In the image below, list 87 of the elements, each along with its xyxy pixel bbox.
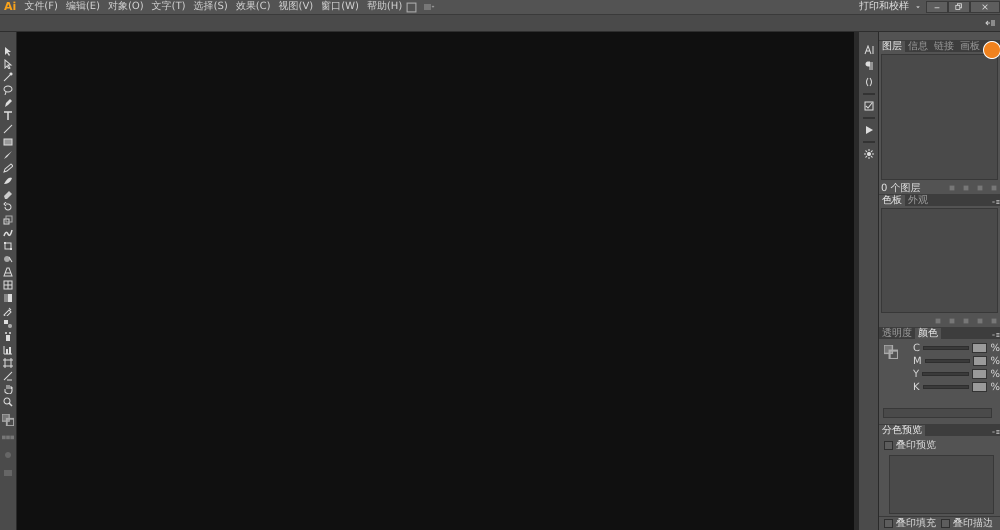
checked-box-icon[interactable]: [864, 101, 874, 111]
panel-tab[interactable]: 色板: [879, 195, 905, 206]
slider-track[interactable]: [922, 346, 970, 350]
direct-selection-tool-icon[interactable]: [3, 58, 13, 68]
panel-menu-icon[interactable]: [991, 428, 1000, 436]
panel-tab[interactable]: 图层: [879, 41, 905, 52]
gradient-tool-icon[interactable]: [3, 292, 13, 302]
checkbox[interactable]: [884, 519, 893, 528]
eraser-icon[interactable]: [3, 188, 13, 198]
slice-tool-icon[interactable]: [3, 370, 13, 380]
layer-count: 0 个图层: [881, 182, 921, 194]
line-tool-icon[interactable]: [3, 124, 13, 134]
close-button[interactable]: [970, 1, 1000, 13]
scale-icon[interactable]: [3, 214, 13, 224]
panel-tab[interactable]: 透明度: [879, 328, 915, 339]
mesh-tool-icon[interactable]: [3, 280, 13, 290]
panel-tab[interactable]: 信息: [905, 41, 931, 52]
zoom-icon[interactable]: [3, 396, 13, 406]
channel-label: Y: [913, 368, 920, 382]
paragraph-icon[interactable]: [864, 61, 874, 71]
restore-button[interactable]: [948, 1, 970, 13]
caret-icon[interactable]: [915, 4, 921, 10]
perspective-grid-icon[interactable]: [3, 266, 13, 276]
eyedropper-icon[interactable]: [3, 306, 13, 316]
panel-menu-icon[interactable]: [985, 18, 995, 28]
rectangle-tool-icon[interactable]: [3, 136, 13, 146]
panel-tab[interactable]: 外观: [905, 195, 931, 206]
menu-item[interactable]: 文字(T): [148, 0, 190, 14]
blob-brush-icon[interactable]: [3, 176, 13, 186]
menu-item[interactable]: 编辑(E): [62, 0, 104, 14]
notification-badge: [983, 41, 1000, 59]
checkbox-label: 叠印描边: [953, 516, 993, 530]
selection-tool-icon[interactable]: [3, 46, 13, 56]
paintbrush-icon[interactable]: [3, 150, 13, 160]
panel-tab[interactable]: 链接: [931, 41, 957, 52]
slider-track[interactable]: [922, 385, 970, 389]
menu-item[interactable]: 选择(S): [190, 0, 232, 14]
pen-tool-icon[interactable]: [3, 98, 13, 108]
unit-label: %: [990, 354, 1000, 368]
slider-track[interactable]: [922, 372, 970, 376]
artboard-tool-icon[interactable]: [3, 358, 13, 368]
color-spectrum[interactable]: [883, 408, 992, 418]
panel-tab[interactable]: 分色预览: [879, 424, 925, 436]
unit-label: %: [990, 380, 1000, 394]
fill-stroke-icon[interactable]: [2, 414, 14, 426]
unit-label: %: [990, 368, 1000, 382]
checkbox-label: 叠印预览: [896, 438, 936, 453]
restore-icon: [955, 3, 963, 11]
channel-label: M: [913, 354, 922, 368]
value-field[interactable]: [972, 356, 988, 366]
close-icon: [981, 3, 989, 11]
sun-icon[interactable]: [864, 149, 874, 159]
checkbox[interactable]: [941, 519, 950, 528]
panel-menu-icon[interactable]: [991, 331, 1000, 339]
panel-menu-icon[interactable]: [991, 198, 1000, 206]
workspace-switcher[interactable]: 打印和校样: [853, 0, 915, 14]
graph-tool-icon[interactable]: [3, 344, 13, 354]
channel-label: K: [913, 380, 920, 394]
rotate-icon[interactable]: [3, 202, 13, 212]
menu-item[interactable]: 对象(O): [104, 0, 148, 14]
lasso-icon[interactable]: [3, 84, 13, 94]
menu-item[interactable]: 文件(F): [20, 0, 62, 14]
panel-tab[interactable]: 颜色: [915, 328, 941, 339]
app-logo: Ai: [3, 0, 18, 14]
type-tool-icon[interactable]: [3, 110, 13, 120]
menu-item[interactable]: 效果(C): [232, 0, 275, 14]
slider-track[interactable]: [924, 359, 970, 363]
fill-stroke-icon[interactable]: [884, 345, 898, 359]
checkbox[interactable]: [884, 441, 893, 450]
checkbox-label: 叠印填充: [896, 516, 936, 530]
channel-label: C: [913, 342, 920, 356]
value-field[interactable]: [972, 382, 988, 392]
magic-wand-icon[interactable]: [3, 72, 13, 82]
blend-tool-icon[interactable]: [3, 318, 13, 328]
menu-item[interactable]: 帮助(H): [362, 0, 406, 14]
free-transform-icon[interactable]: [3, 240, 13, 250]
menu-item[interactable]: 窗口(W): [317, 0, 363, 14]
pencil-icon[interactable]: [3, 162, 13, 172]
value-field[interactable]: [972, 369, 988, 379]
warp-tool-icon[interactable]: [3, 228, 13, 238]
panel-tab[interactable]: 画板: [957, 41, 983, 52]
menu-item[interactable]: 视图(V): [274, 0, 318, 14]
value-field[interactable]: [972, 343, 988, 353]
unit-label: %: [990, 342, 1000, 356]
play-icon[interactable]: [864, 125, 874, 135]
character-icon[interactable]: [864, 45, 874, 55]
hand-tool-icon[interactable]: [3, 384, 13, 394]
